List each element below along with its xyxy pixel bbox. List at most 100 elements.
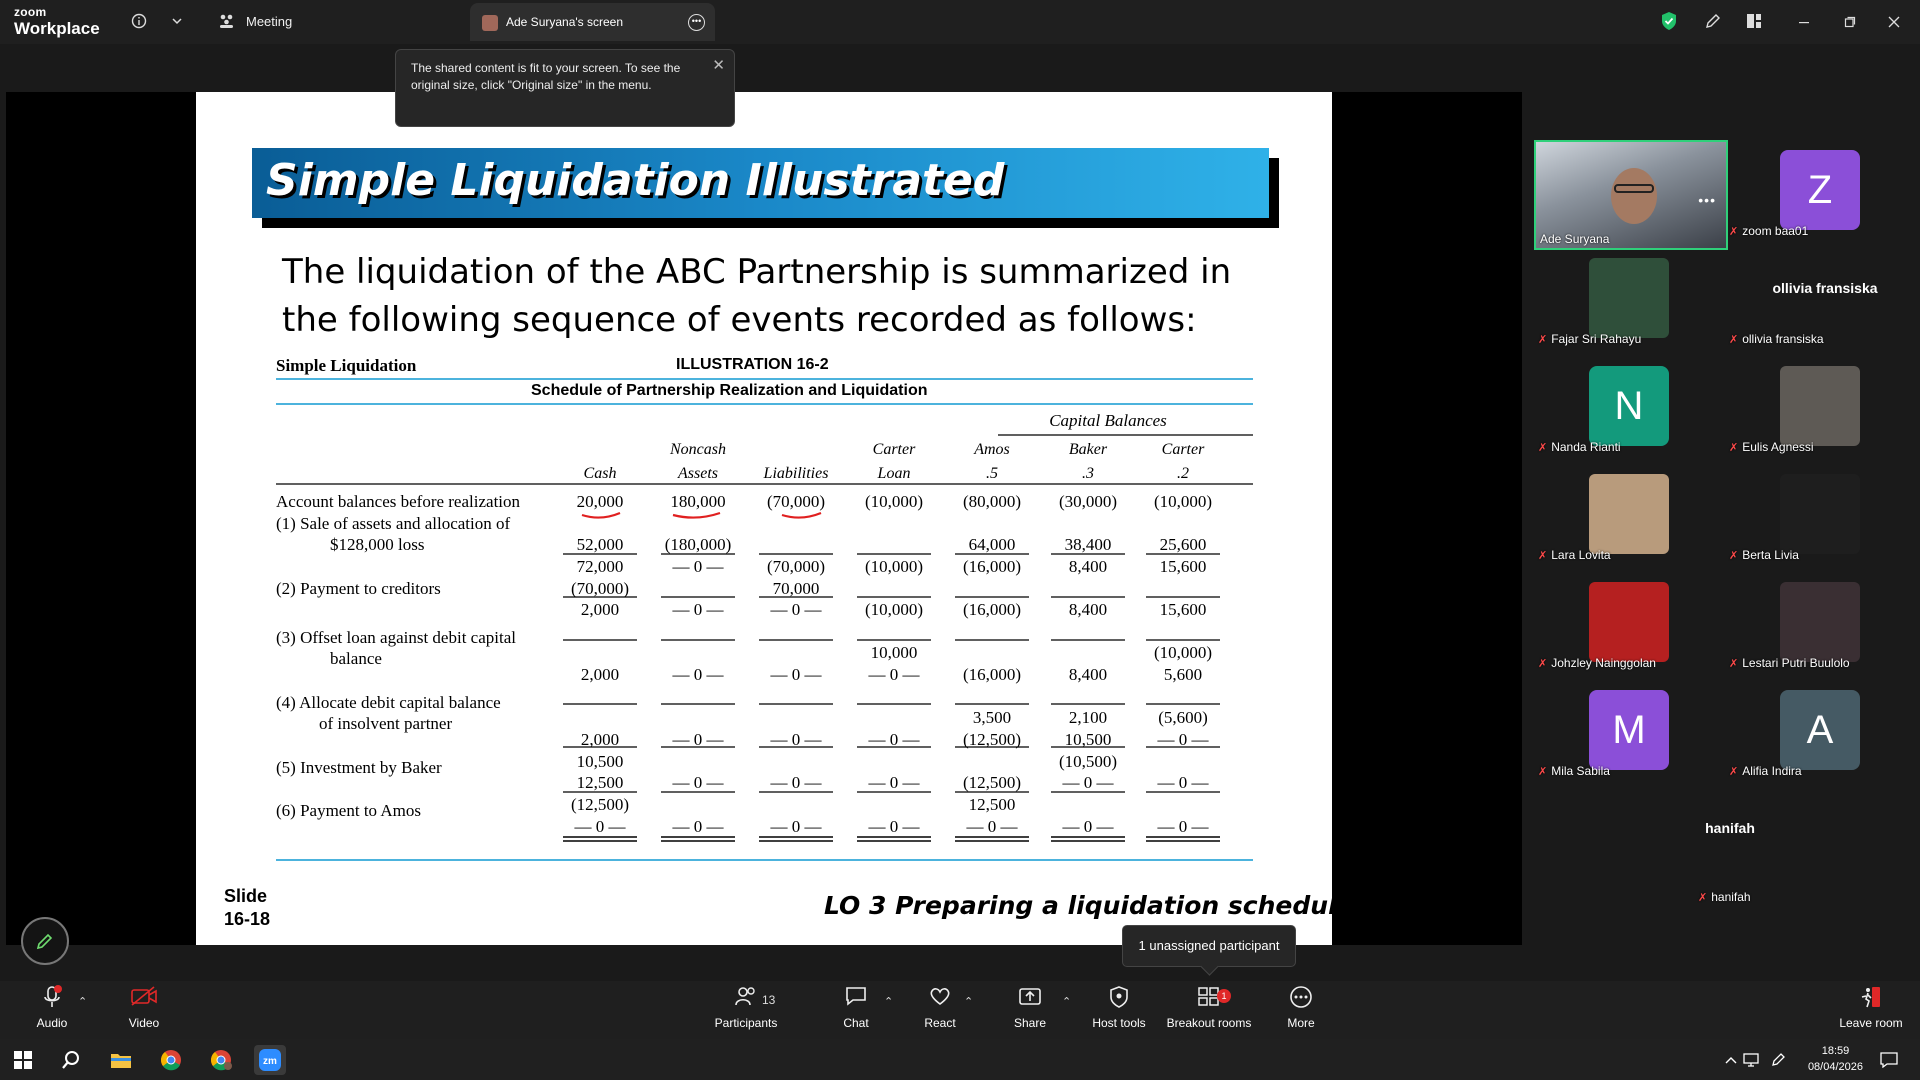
- minimize-icon[interactable]: [1790, 8, 1818, 36]
- participant-name-tag: ✗ Lara Lovita: [1538, 548, 1611, 562]
- file-explorer-icon[interactable]: [108, 1047, 134, 1073]
- breakout-rooms-button[interactable]: Breakout rooms: [1163, 985, 1255, 1037]
- column-header: Noncash: [669, 441, 726, 458]
- participant-tile[interactable]: N ✗ Nanda Rianti: [1534, 354, 1692, 454]
- audio-caret-icon[interactable]: ⌃: [78, 995, 87, 1008]
- chrome-profile-icon[interactable]: [208, 1047, 234, 1073]
- react-button[interactable]: React: [894, 985, 986, 1037]
- search-icon[interactable]: [58, 1047, 84, 1073]
- participant-tile[interactable]: M ✗ Mila Sabila: [1534, 678, 1692, 778]
- chat-button[interactable]: Chat: [810, 985, 902, 1037]
- participant-name: ollivia fransiska: [1742, 332, 1824, 346]
- host-tools-button[interactable]: Host tools: [1073, 985, 1165, 1037]
- column-header: .3: [1082, 465, 1094, 482]
- ledger-cell: (10,000): [865, 492, 923, 511]
- audio-button[interactable]: Audio: [6, 985, 98, 1037]
- participant-tile[interactable]: ✗ Lestari Putri Buulolo: [1725, 570, 1883, 670]
- more-button[interactable]: More: [1255, 985, 1347, 1037]
- tile-more-icon[interactable]: •••: [1698, 192, 1716, 208]
- ledger-cell: 12,500: [577, 773, 624, 792]
- ledger-cell: 25,600: [1160, 535, 1207, 554]
- participant-tile[interactable]: Z ✗ zoom baa01: [1725, 138, 1883, 238]
- shield-icon: [1073, 985, 1165, 1015]
- participant-tile[interactable]: ollivia fransiska ✗ ollivia fransiska: [1725, 246, 1883, 346]
- zoom-taskbar-icon[interactable]: zm: [254, 1045, 286, 1075]
- speaker-face: [1611, 168, 1657, 224]
- more-label: More: [1287, 1016, 1315, 1030]
- chrome-icon[interactable]: [158, 1047, 184, 1073]
- pen-tray-icon[interactable]: [1765, 1047, 1791, 1073]
- react-caret-icon[interactable]: ⌃: [964, 995, 973, 1008]
- ledger-cell: — 0 —: [966, 817, 1019, 836]
- participant-name: Johzley Nainggolan: [1551, 656, 1656, 670]
- muted-mic-icon: ✗: [1729, 550, 1739, 562]
- row-label: (2) Payment to creditors: [276, 579, 441, 598]
- more-options-icon[interactable]: •••: [688, 14, 705, 31]
- leave-room-button[interactable]: Leave room: [1825, 985, 1917, 1037]
- row-label: (1) Sale of assets and allocation of: [276, 514, 510, 533]
- system-clock[interactable]: 18:59 08/04/2026: [1808, 1043, 1863, 1075]
- meeting-label[interactable]: Meeting: [246, 14, 292, 29]
- windows-start-icon[interactable]: [10, 1047, 36, 1073]
- restore-icon[interactable]: [1836, 8, 1864, 36]
- ledger-cell: 2,000: [581, 665, 619, 684]
- participants-button[interactable]: Participants: [700, 985, 792, 1037]
- participant-tile[interactable]: A ✗ Alifia Indira: [1725, 678, 1883, 778]
- ledger-cell: 70,000: [773, 579, 820, 598]
- red-annotation-mark: [672, 511, 721, 519]
- ledger-cell: — 0 —: [1157, 817, 1210, 836]
- info-icon[interactable]: [128, 10, 150, 32]
- participant-tile[interactable]: ✗ Johzley Nainggolan: [1534, 570, 1692, 670]
- muted-mic-icon: ✗: [1538, 334, 1548, 346]
- ledger-cell: (70,000): [571, 579, 629, 598]
- participant-tile[interactable]: ✗ Berta Livia: [1725, 462, 1883, 562]
- tooltip-close-icon[interactable]: ✕: [712, 56, 725, 74]
- participant-tile[interactable]: ••• Ade Suryana: [1534, 140, 1728, 250]
- ledger-cell: — 0 —: [770, 730, 823, 749]
- network-icon[interactable]: [1738, 1047, 1764, 1073]
- participant-tile[interactable]: ✗ Eulis Agnessi: [1725, 354, 1883, 454]
- slide-number-value: 16-18: [224, 909, 271, 929]
- participants-label: Participants: [714, 1016, 778, 1030]
- video-off-icon: [98, 985, 190, 1015]
- ledger-cell: (12,500): [963, 773, 1021, 792]
- ledger-cell: — 0 —: [672, 557, 725, 576]
- ledger-cell: 15,600: [1160, 600, 1207, 619]
- participant-tile[interactable]: ✗ Fajar Sri Rahayu: [1534, 246, 1692, 346]
- share-button[interactable]: Share: [984, 985, 1076, 1037]
- ledger-cell: 8,400: [1069, 557, 1107, 576]
- participant-tile[interactable]: ✗ Lara Lovita: [1534, 462, 1692, 562]
- leave-room-label: Leave room: [1839, 1016, 1903, 1030]
- chat-caret-icon[interactable]: ⌃: [884, 995, 893, 1008]
- participant-name-tag: ✗ Fajar Sri Rahayu: [1538, 332, 1641, 346]
- view-layout-icon[interactable]: [1743, 10, 1765, 32]
- shield-check-icon[interactable]: [1658, 10, 1680, 32]
- participant-name: zoom baa01: [1742, 224, 1809, 238]
- participant-name-tag: ✗ Alifia Indira: [1729, 764, 1802, 778]
- row-label: $128,000 loss: [330, 535, 424, 554]
- logo-line-2: Workplace: [14, 19, 100, 38]
- chevron-down-icon[interactable]: [166, 10, 188, 32]
- column-header: Baker: [1069, 441, 1108, 458]
- participant-name: Eulis Agnessi: [1742, 440, 1814, 454]
- column-header: Carter: [873, 441, 916, 458]
- pencil-icon[interactable]: [1702, 10, 1724, 32]
- ledger-cell: 5,600: [1164, 665, 1202, 684]
- host-tools-label: Host tools: [1092, 1016, 1146, 1030]
- participant-name: Lestari Putri Buulolo: [1742, 656, 1850, 670]
- meeting-people-icon[interactable]: [216, 10, 238, 32]
- ledger-cell: (16,000): [963, 665, 1021, 684]
- notifications-icon[interactable]: [1876, 1047, 1902, 1073]
- share-screen-tab[interactable]: Ade Suryana's screen •••: [470, 3, 715, 41]
- column-header: Liabilities: [763, 465, 829, 482]
- share-caret-icon[interactable]: ⌃: [1062, 995, 1071, 1008]
- ledger-cell: — 0 —: [1062, 773, 1115, 792]
- column-header: Loan: [877, 465, 911, 482]
- close-icon[interactable]: [1880, 8, 1908, 36]
- video-button[interactable]: Video: [98, 985, 190, 1037]
- annotate-pen-button[interactable]: [21, 917, 69, 965]
- meeting-toolbar: Audio ⌃ Video Participants 13 Chat ⌃ Rea…: [0, 981, 1920, 1039]
- ledger-cell: 180,000: [670, 492, 725, 511]
- participant-tile[interactable]: hanifah ✗ hanifah: [1630, 786, 1788, 904]
- profile-photo: [1780, 474, 1860, 554]
